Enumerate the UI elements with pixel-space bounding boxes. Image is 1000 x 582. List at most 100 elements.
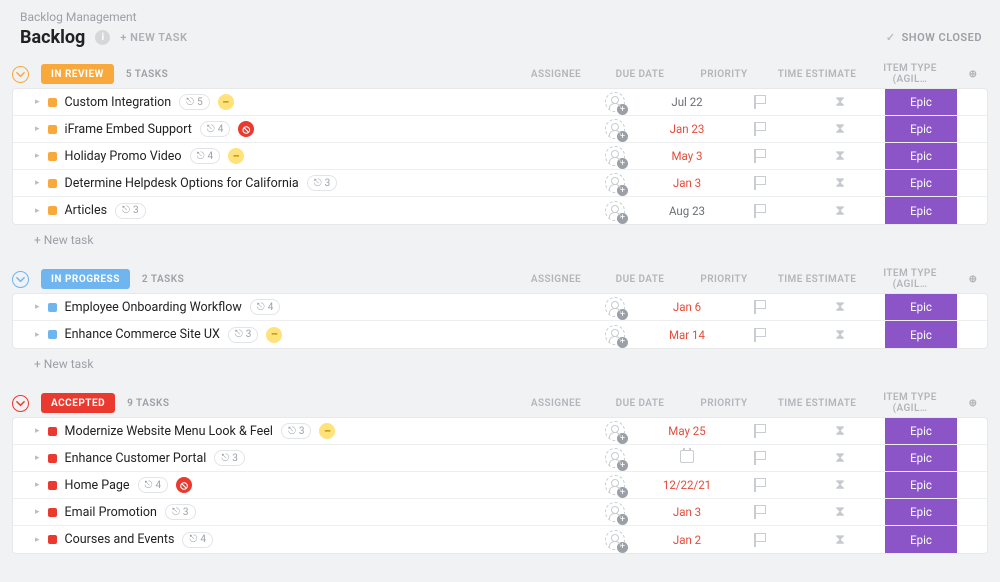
due-date-cell[interactable]: Jan 23 xyxy=(651,122,723,136)
show-closed-toggle[interactable]: ✓ SHOW CLOSED xyxy=(886,31,982,44)
task-title[interactable]: Holiday Promo Video xyxy=(65,149,182,164)
col-due[interactable]: DUE DATE xyxy=(604,274,676,285)
task-title[interactable]: Courses and Events xyxy=(65,532,175,547)
priority-cell[interactable] xyxy=(723,478,795,492)
task-title[interactable]: Enhance Customer Portal xyxy=(65,451,207,466)
collapse-toggle[interactable] xyxy=(12,66,29,83)
priority-cell[interactable] xyxy=(723,122,795,136)
item-type-cell[interactable]: Epic xyxy=(885,499,957,525)
col-assignee[interactable]: ASSIGNEE xyxy=(520,398,592,409)
task-title[interactable]: Modernize Website Menu Look & Feel xyxy=(65,424,273,439)
assignee-avatar-empty[interactable]: + xyxy=(605,421,625,441)
col-time[interactable]: TIME ESTIMATE xyxy=(772,274,862,285)
due-date-cell[interactable]: Jan 3 xyxy=(651,505,723,519)
task-title[interactable]: Articles xyxy=(65,203,108,218)
task-row[interactable]: ▸Enhance Commerce Site UX⎋3–+Mar 14⧗Epic xyxy=(13,321,987,348)
breadcrumb[interactable]: Backlog Management xyxy=(20,10,988,24)
col-type[interactable]: ITEM TYPE (AGIL… xyxy=(874,392,946,414)
chevron-right-icon[interactable]: ▸ xyxy=(35,97,40,107)
subtask-pill[interactable]: ⎋3 xyxy=(165,504,196,520)
task-row[interactable]: ▸Determine Helpdesk Options for Californ… xyxy=(13,170,987,197)
status-yellow-icon[interactable]: – xyxy=(319,423,335,439)
priority-cell[interactable] xyxy=(723,505,795,519)
task-row[interactable]: ▸iFrame Embed Support⎋4⦸+Jan 23⧗Epic xyxy=(13,116,987,143)
col-type[interactable]: ITEM TYPE (AGIL… xyxy=(874,63,946,85)
task-title[interactable]: Custom Integration xyxy=(65,95,172,110)
assignee-avatar-empty[interactable]: + xyxy=(605,448,625,468)
assignee-avatar-empty[interactable]: + xyxy=(605,92,625,112)
assignee-avatar-empty[interactable]: + xyxy=(605,119,625,139)
chevron-right-icon[interactable]: ▸ xyxy=(35,535,40,545)
col-priority[interactable]: PRIORITY xyxy=(688,69,760,80)
item-type-cell[interactable]: Epic xyxy=(885,143,957,169)
assignee-avatar-empty[interactable]: + xyxy=(605,201,625,221)
new-task-inline[interactable]: + New task xyxy=(34,357,988,371)
status-square-icon[interactable] xyxy=(48,481,57,490)
status-square-icon[interactable] xyxy=(48,152,57,161)
chevron-right-icon[interactable]: ▸ xyxy=(35,178,40,188)
assignee-cell[interactable]: + xyxy=(579,119,651,139)
priority-cell[interactable] xyxy=(723,95,795,109)
col-priority[interactable]: PRIORITY xyxy=(688,398,760,409)
chevron-right-icon[interactable]: ▸ xyxy=(35,302,40,312)
task-row[interactable]: ▸ Modernize Website Menu Look & Feel ⎋3– + M… xyxy=(13,418,987,445)
chevron-right-icon[interactable]: ▸ xyxy=(35,206,40,216)
add-column-button[interactable]: ⊕ xyxy=(958,274,988,285)
status-square-icon[interactable] xyxy=(48,330,57,339)
time-estimate-cell[interactable]: ⧗ xyxy=(795,532,885,548)
status-square-icon[interactable] xyxy=(48,508,57,517)
add-column-button[interactable]: ⊕ xyxy=(958,398,988,409)
task-row[interactable]: ▸Employee Onboarding Workflow⎋4+Jan 6⧗Ep… xyxy=(13,294,987,321)
due-date-cell[interactable] xyxy=(651,450,723,466)
item-type-cell[interactable]: Epic xyxy=(885,294,957,320)
status-yellow-icon[interactable]: – xyxy=(266,327,282,343)
status-blocked-icon[interactable]: ⦸ xyxy=(176,477,192,493)
col-due[interactable]: DUE DATE xyxy=(604,398,676,409)
calendar-icon[interactable] xyxy=(680,450,694,463)
status-square-icon[interactable] xyxy=(48,206,57,215)
status-square-icon[interactable] xyxy=(48,125,57,134)
priority-cell[interactable] xyxy=(723,149,795,163)
priority-cell[interactable] xyxy=(723,328,795,342)
subtask-pill[interactable]: ⎋3 xyxy=(307,175,338,191)
status-square-icon[interactable] xyxy=(48,427,57,436)
subtask-pill[interactable]: ⎋5 xyxy=(179,94,210,110)
subtask-pill[interactable]: ⎋3 xyxy=(214,450,245,466)
assignee-avatar-empty[interactable]: + xyxy=(605,297,625,317)
chevron-right-icon[interactable]: ▸ xyxy=(35,426,40,436)
due-date-cell[interactable]: Aug 23 xyxy=(651,204,723,218)
task-row[interactable]: ▸Home Page⎋4⦸+12/22/21⧗Epic xyxy=(13,472,987,499)
assignee-cell[interactable]: + xyxy=(579,502,651,522)
status-badge[interactable]: ACCEPTED xyxy=(41,393,115,413)
chevron-right-icon[interactable]: ▸ xyxy=(35,507,40,517)
due-date-cell[interactable]: May 3 xyxy=(651,149,723,163)
assignee-cell[interactable]: + xyxy=(579,448,651,468)
time-estimate-cell[interactable]: ⧗ xyxy=(795,148,885,164)
due-date-cell[interactable]: Jan 6 xyxy=(651,300,723,314)
subtask-pill[interactable]: ⎋4 xyxy=(138,477,169,493)
subtask-pill[interactable]: ⎋3 xyxy=(281,423,312,439)
due-date-cell[interactable]: Jan 2 xyxy=(651,533,723,547)
time-estimate-cell[interactable]: ⧗ xyxy=(795,504,885,520)
collapse-toggle[interactable] xyxy=(12,271,29,288)
priority-cell[interactable] xyxy=(723,533,795,547)
new-task-button[interactable]: + NEW TASK xyxy=(120,31,187,44)
status-yellow-icon[interactable]: – xyxy=(218,94,234,110)
task-title[interactable]: Home Page xyxy=(65,478,130,493)
due-date-cell[interactable]: May 25 xyxy=(651,424,723,438)
time-estimate-cell[interactable]: ⧗ xyxy=(795,423,885,439)
assignee-cell[interactable]: + xyxy=(579,92,651,112)
priority-cell[interactable] xyxy=(723,176,795,190)
time-estimate-cell[interactable]: ⧗ xyxy=(795,94,885,110)
new-task-inline[interactable]: + New task xyxy=(34,233,988,247)
col-time[interactable]: TIME ESTIMATE xyxy=(772,69,862,80)
time-estimate-cell[interactable]: ⧗ xyxy=(795,299,885,315)
assignee-avatar-empty[interactable]: + xyxy=(605,502,625,522)
time-estimate-cell[interactable]: ⧗ xyxy=(795,175,885,191)
task-row[interactable]: ▸Articles⎋3+Aug 23⧗Epic xyxy=(13,197,987,224)
chevron-right-icon[interactable]: ▸ xyxy=(35,480,40,490)
status-yellow-icon[interactable]: – xyxy=(228,148,244,164)
time-estimate-cell[interactable]: ⧗ xyxy=(795,327,885,343)
task-row[interactable]: ▸Custom Integration⎋5–+Jul 22⧗Epic xyxy=(13,89,987,116)
col-due[interactable]: DUE DATE xyxy=(604,69,676,80)
